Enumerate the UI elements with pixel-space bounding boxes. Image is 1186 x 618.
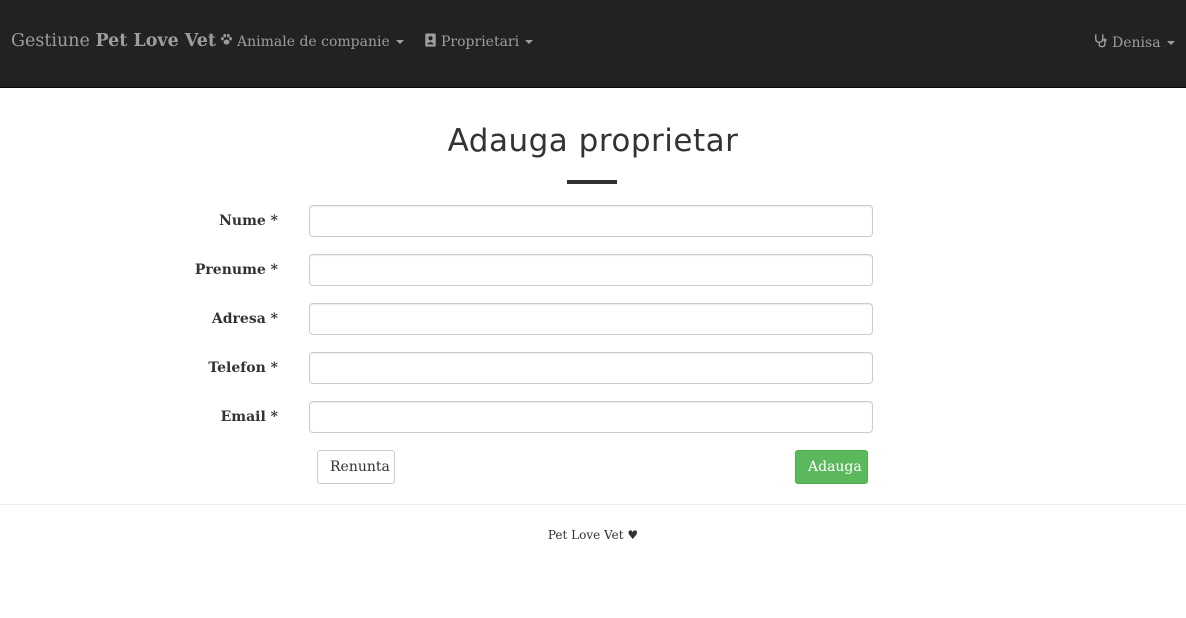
title-divider [567, 180, 617, 184]
brand-prefix: Gestiune [11, 31, 90, 51]
nume-input[interactable] [309, 205, 873, 237]
stethoscope-icon [1094, 33, 1108, 52]
email-input[interactable] [309, 401, 873, 433]
telefon-input[interactable] [309, 352, 873, 384]
telefon-label: Telefon * [208, 360, 278, 376]
chevron-down-icon [1166, 40, 1175, 45]
top-navbar: Gestiune Pet Love Vet Animale de compani… [0, 0, 1186, 88]
prenume-input[interactable] [309, 254, 873, 286]
nav-menu-proprietari[interactable]: Proprietari [424, 33, 534, 51]
address-book-icon [424, 33, 437, 51]
chevron-down-icon [395, 39, 404, 44]
user-menu[interactable]: Denisa [1094, 33, 1175, 52]
adresa-input[interactable] [309, 303, 873, 335]
nav-menu-animale-label: Animale de companie [237, 33, 390, 50]
brand-link[interactable]: Gestiune Pet Love Vet [11, 31, 216, 51]
add-button[interactable]: Adauga [795, 450, 868, 484]
nume-label: Nume * [219, 213, 278, 229]
cancel-button[interactable]: Renunta [317, 450, 395, 484]
footer-divider [0, 504, 1186, 505]
prenume-label: Prenume * [194, 262, 278, 278]
email-label: Email * [220, 409, 278, 425]
page-title: Adauga proprietar [447, 123, 739, 159]
user-menu-label: Denisa [1112, 34, 1161, 51]
brand-name: Pet Love Vet [95, 31, 216, 51]
paw-icon [220, 33, 233, 50]
adresa-label: Adresa * [211, 311, 278, 327]
nav-menu-proprietari-label: Proprietari [441, 34, 520, 50]
chevron-down-icon [525, 40, 534, 44]
nav-menu-animale[interactable]: Animale de companie [220, 33, 404, 50]
footer-text: Pet Love Vet ♥ [547, 528, 639, 542]
